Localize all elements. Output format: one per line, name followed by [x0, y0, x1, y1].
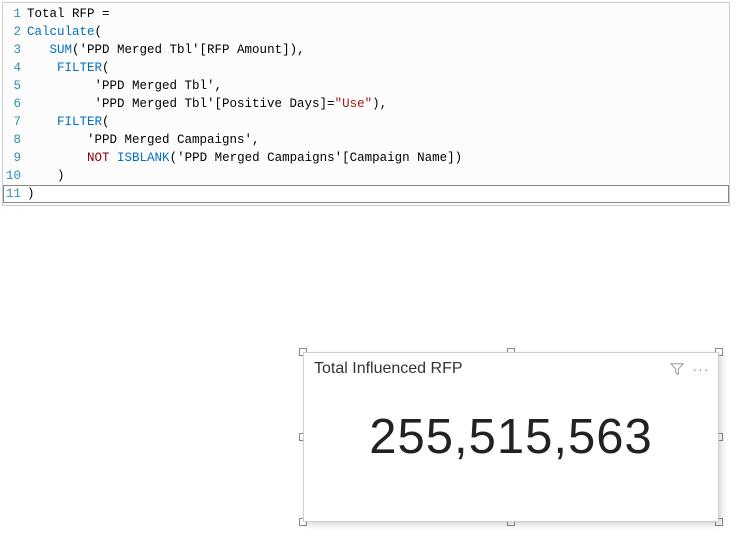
- code-content[interactable]: 'PPD Merged Campaigns',: [27, 131, 260, 149]
- code-line[interactable]: 4 FILTER(: [3, 59, 729, 77]
- line-number: 6: [3, 95, 27, 113]
- code-content[interactable]: ): [27, 167, 65, 185]
- code-content[interactable]: NOT ISBLANK('PPD Merged Campaigns'[Campa…: [27, 149, 462, 167]
- code-line[interactable]: 11): [3, 185, 729, 203]
- formula-bar[interactable]: 1Total RFP = 2Calculate(3 SUM('PPD Merge…: [2, 2, 730, 206]
- line-number: 10: [3, 167, 27, 185]
- line-number: 3: [3, 41, 27, 59]
- filter-icon[interactable]: [670, 362, 684, 376]
- card-body[interactable]: Total Influenced RFP ··· 255,515,563: [303, 352, 719, 522]
- code-line[interactable]: 3 SUM('PPD Merged Tbl'[RFP Amount]),: [3, 41, 729, 59]
- code-line[interactable]: 6 'PPD Merged Tbl'[Positive Days]="Use")…: [3, 95, 729, 113]
- card-value: 255,515,563: [314, 409, 708, 465]
- card-title: Total Influenced RFP: [314, 360, 463, 378]
- line-number: 4: [3, 59, 27, 77]
- code-content[interactable]: Total RFP =: [27, 5, 117, 23]
- code-line[interactable]: 1Total RFP =: [3, 5, 729, 23]
- code-content[interactable]: FILTER(: [27, 59, 110, 77]
- more-options-icon[interactable]: ···: [694, 362, 708, 376]
- code-content[interactable]: 'PPD Merged Tbl',: [27, 77, 222, 95]
- code-content[interactable]: FILTER(: [27, 113, 110, 131]
- code-content[interactable]: 'PPD Merged Tbl'[Positive Days]="Use"),: [27, 95, 387, 113]
- code-line[interactable]: 7 FILTER(: [3, 113, 729, 131]
- code-line[interactable]: 9 NOT ISBLANK('PPD Merged Campaigns'[Cam…: [3, 149, 729, 167]
- line-number: 11: [3, 185, 27, 203]
- code-content[interactable]: Calculate(: [27, 23, 102, 41]
- line-number: 1: [3, 5, 27, 23]
- code-content[interactable]: SUM('PPD Merged Tbl'[RFP Amount]),: [27, 41, 305, 59]
- code-line[interactable]: 8 'PPD Merged Campaigns',: [3, 131, 729, 149]
- line-number: 8: [3, 131, 27, 149]
- code-line[interactable]: 2Calculate(: [3, 23, 729, 41]
- code-line[interactable]: 10 ): [3, 167, 729, 185]
- card-actions: ···: [670, 362, 708, 376]
- line-number: 5: [3, 77, 27, 95]
- code-line[interactable]: 5 'PPD Merged Tbl',: [3, 77, 729, 95]
- code-content[interactable]: ): [27, 185, 35, 203]
- line-number: 7: [3, 113, 27, 131]
- card-visual[interactable]: Total Influenced RFP ··· 255,515,563: [303, 352, 719, 522]
- card-header: Total Influenced RFP ···: [314, 357, 708, 381]
- line-number: 2: [3, 23, 27, 41]
- line-number: 9: [3, 149, 27, 167]
